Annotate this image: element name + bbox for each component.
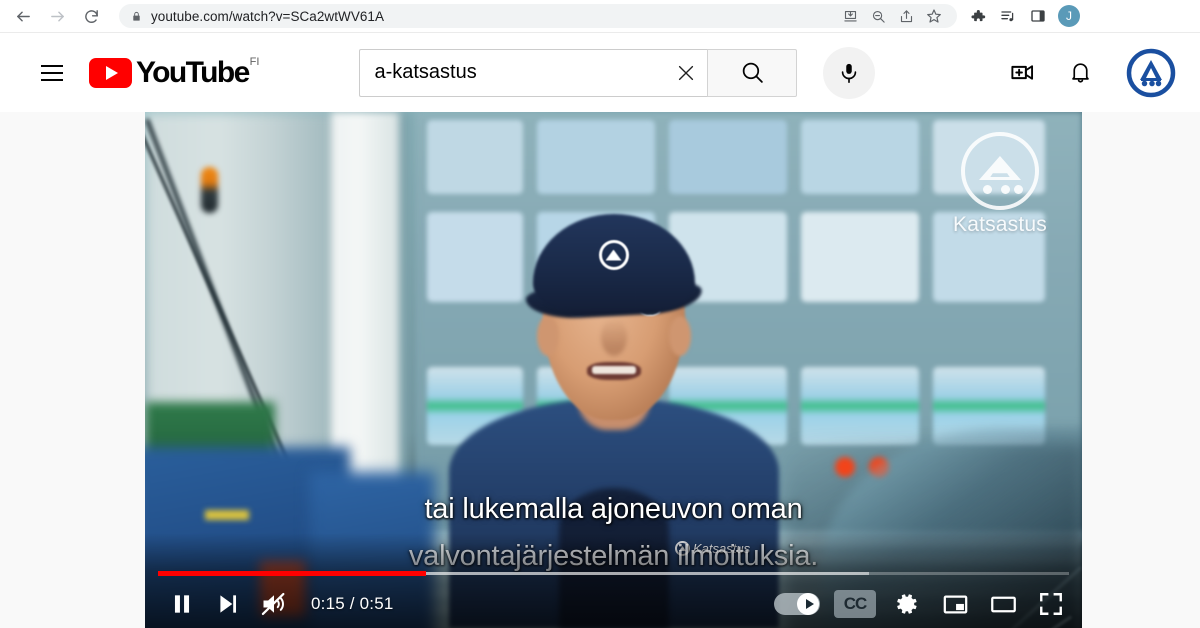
- window-pane: [537, 120, 655, 194]
- create-video-icon: [1010, 65, 1033, 80]
- back-button[interactable]: [9, 2, 37, 30]
- masthead-actions: [1001, 46, 1177, 99]
- url-text: youtube.com/watch?v=SCa2wtWV61A: [151, 8, 385, 24]
- miniplayer-icon: [943, 595, 967, 613]
- forward-button[interactable]: [43, 2, 71, 30]
- theater-mode-button[interactable]: [986, 590, 1020, 618]
- youtube-logo[interactable]: YouTube FI: [89, 55, 259, 90]
- microphone-icon: [842, 63, 857, 83]
- extensions-puzzle-icon[interactable]: [965, 3, 991, 29]
- next-icon: [220, 595, 237, 613]
- zoom-icon[interactable]: [865, 3, 891, 29]
- autoplay-knob-play-icon: [797, 593, 819, 615]
- clear-search-icon[interactable]: [665, 50, 707, 96]
- browser-toolbar: youtube.com/watch?v=SCa2wtWV61A J: [0, 0, 1200, 33]
- side-panel-icon[interactable]: [1025, 3, 1051, 29]
- logo-wheel: [1013, 185, 1023, 194]
- bell-icon: [1071, 63, 1089, 83]
- video-frame: [145, 112, 1082, 628]
- hamburger-line: [41, 78, 63, 81]
- search-icon: [742, 62, 763, 83]
- player-controls-right: CC: [774, 590, 1068, 618]
- pause-button[interactable]: [159, 581, 205, 627]
- window-pane: [801, 212, 919, 302]
- cap-logo-icon: [598, 240, 629, 270]
- captions-button[interactable]: CC: [834, 590, 876, 618]
- settings-button[interactable]: [890, 590, 924, 618]
- yellow-label: [205, 510, 249, 520]
- window-pane: [801, 367, 919, 445]
- account-avatar[interactable]: [1125, 46, 1177, 99]
- profile-avatar[interactable]: J: [1058, 5, 1080, 27]
- address-bar[interactable]: youtube.com/watch?v=SCa2wtWV61A: [119, 4, 957, 28]
- youtube-masthead: YouTube FI a-katsastus: [0, 33, 1200, 112]
- time-display: 0:15 / 0:51: [311, 594, 394, 613]
- ear: [536, 316, 559, 356]
- inspector-person: [448, 198, 779, 628]
- mute-button[interactable]: [251, 581, 297, 627]
- next-video-button[interactable]: [205, 581, 251, 627]
- window-pane: [669, 120, 787, 194]
- reload-icon: [84, 9, 98, 23]
- a-katsastus-logo-icon: [675, 541, 690, 556]
- gear-icon: [897, 594, 917, 614]
- theater-icon: [990, 596, 1016, 612]
- install-app-icon[interactable]: [837, 3, 863, 29]
- fullscreen-icon: [1040, 593, 1062, 615]
- youtube-wordmark: YouTube: [136, 56, 250, 89]
- miniplayer-button[interactable]: [938, 590, 972, 618]
- logo-letter-a: [979, 156, 1021, 186]
- window-pane: [801, 120, 919, 194]
- red-light: [835, 457, 855, 477]
- omnibox-actions: [837, 3, 947, 29]
- teeth: [591, 366, 636, 374]
- search-input[interactable]: a-katsastus: [359, 48, 708, 97]
- notifications-button[interactable]: [1059, 52, 1101, 94]
- volume-muted-icon: [261, 592, 285, 616]
- arrow-left-icon: [16, 11, 30, 21]
- guide-menu-button[interactable]: [32, 53, 72, 93]
- a-katsastus-logo-icon: [1126, 48, 1176, 97]
- country-code-label: FI: [249, 56, 260, 68]
- player-controls: 0:15 / 0:51 CC: [145, 580, 1082, 628]
- progress-bar[interactable]: [158, 571, 1069, 576]
- wall-switch: [201, 167, 218, 213]
- search-button[interactable]: [707, 48, 798, 97]
- logo-wheel: [1000, 185, 1010, 194]
- watermark-label: Katsastus: [952, 213, 1047, 236]
- arrow-right-icon: [50, 11, 64, 21]
- reload-button[interactable]: [77, 2, 105, 30]
- autoplay-toggle[interactable]: [774, 593, 820, 615]
- reading-list-icon[interactable]: [995, 3, 1021, 29]
- browser-actions: J: [965, 3, 1080, 29]
- window-pane: [427, 120, 523, 194]
- channel-watermark[interactable]: Katsastus: [953, 132, 1047, 237]
- bookmark-star-icon[interactable]: [921, 3, 947, 29]
- share-icon[interactable]: [893, 3, 919, 29]
- pause-icon: [174, 595, 190, 613]
- nose: [600, 318, 627, 356]
- brand-overlay-label: Katsastus: [693, 541, 751, 556]
- lock-icon: [131, 10, 142, 23]
- create-video-button[interactable]: [1001, 52, 1043, 94]
- a-katsastus-logo-icon: [960, 132, 1039, 210]
- voice-search-button[interactable]: [823, 46, 876, 99]
- hamburger-line: [41, 64, 63, 67]
- youtube-play-icon: [89, 58, 132, 88]
- logo-wheel: [982, 185, 992, 194]
- ear: [668, 316, 691, 356]
- search-query-text: a-katsastus: [374, 61, 477, 83]
- progress-played: [158, 571, 426, 576]
- hamburger-line: [41, 71, 63, 74]
- fullscreen-button[interactable]: [1034, 590, 1068, 618]
- search-area: a-katsastus: [359, 46, 876, 99]
- video-player[interactable]: Katsastus Katsastus tai lukemalla ajoneu…: [145, 112, 1082, 628]
- brand-overlay: Katsastus: [675, 541, 750, 556]
